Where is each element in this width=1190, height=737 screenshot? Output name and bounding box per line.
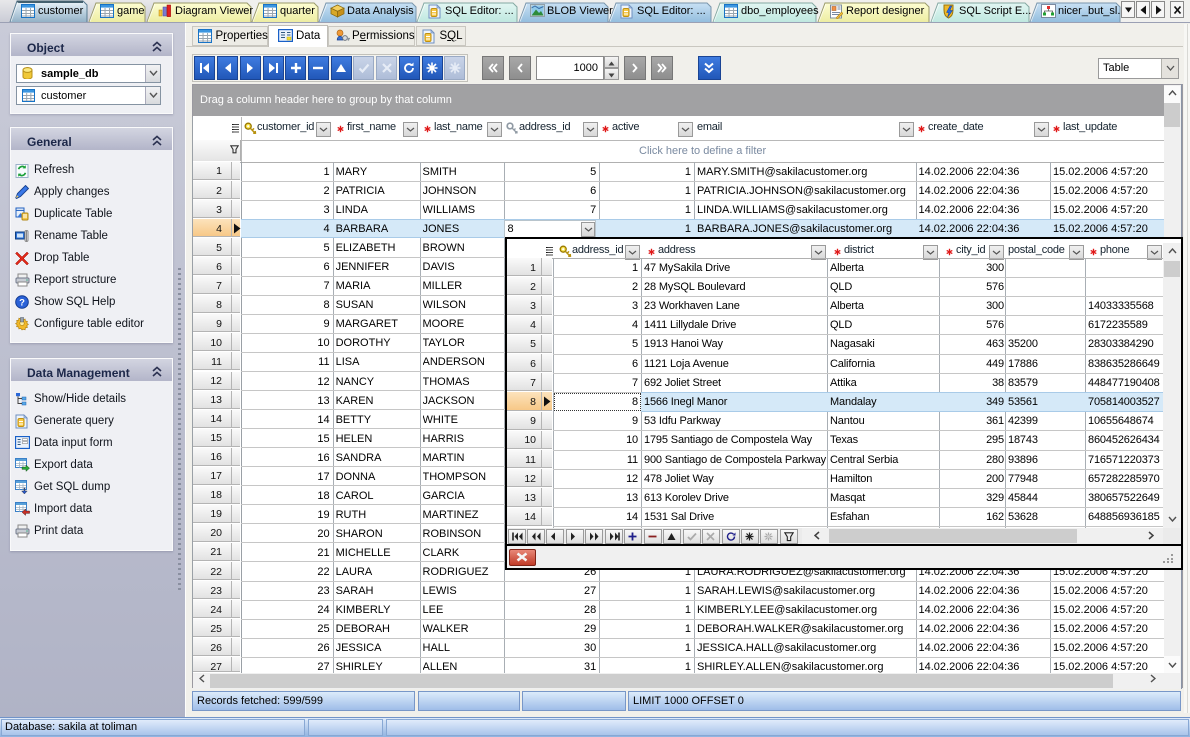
svg-text:?: ? [19, 297, 25, 308]
